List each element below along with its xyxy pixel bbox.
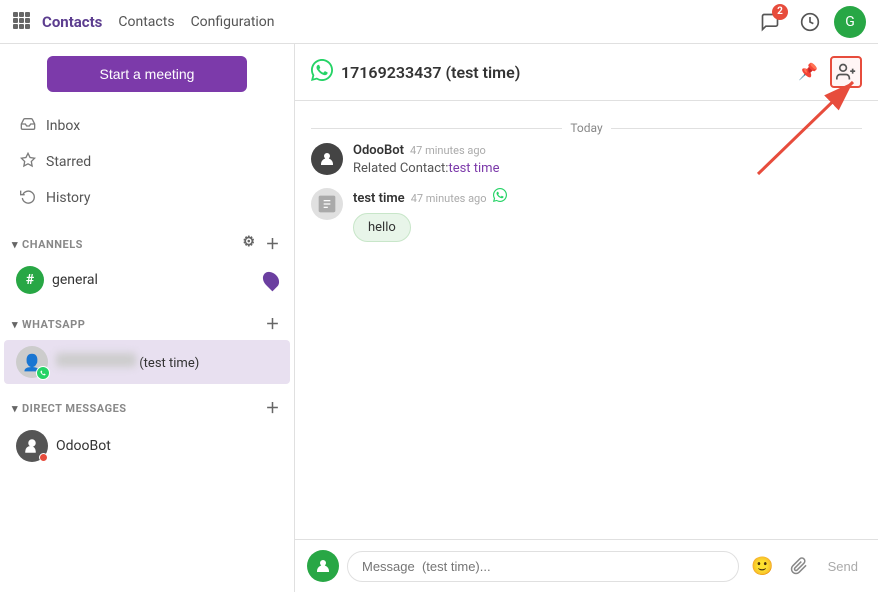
channels-toggle[interactable]: ▾ — [12, 238, 18, 251]
sidebar-navigation: Inbox Starred History — [0, 104, 294, 220]
message-row: test time 47 minutes ago hello — [311, 188, 862, 242]
channel-icon: # — [16, 266, 44, 294]
channels-settings-icon[interactable]: ⚙ — [240, 232, 257, 256]
message-row: OdooBot 47 minutes ago Related Contact:t… — [311, 143, 862, 176]
whatsapp-chat-icon — [311, 59, 333, 86]
chat-title: 17169233437 (test time) — [341, 63, 792, 82]
input-avatar — [307, 550, 339, 582]
start-meeting-button[interactable]: Start a meeting — [47, 56, 247, 92]
whatsapp-label: WHATSAPP — [22, 318, 263, 331]
dm-label: DIRECT MESSAGES — [22, 402, 263, 415]
sidebar: Start a meeting Inbox Starred — [0, 44, 295, 592]
user-initial: G — [845, 14, 855, 30]
chat-header: 17169233437 (test time) 📌 — [295, 44, 878, 101]
odoobot-time: 47 minutes ago — [410, 144, 486, 157]
attachment-button[interactable] — [786, 553, 812, 579]
whatsapp-section-header: ▾ WHATSAPP ＋ — [0, 304, 294, 340]
odoobot-sender: OdooBot — [353, 143, 404, 158]
notification-badge: 2 — [772, 4, 788, 20]
dm-toggle[interactable]: ▾ — [12, 402, 18, 415]
whatsapp-contact-blurred: (test time) — [56, 353, 278, 371]
odoobot-message-content: OdooBot 47 minutes ago Related Contact:t… — [353, 143, 862, 176]
clock-button[interactable] — [794, 6, 826, 38]
nav-configuration-link[interactable]: Configuration — [191, 14, 275, 30]
whatsapp-contact-item[interactable]: 👤 (test time) — [4, 340, 290, 384]
whatsapp-add-icon[interactable]: ＋ — [264, 312, 283, 336]
related-contact-link[interactable]: test time — [448, 161, 499, 176]
notifications-button[interactable]: 2 — [754, 6, 786, 38]
user-avatar-button[interactable]: G — [834, 6, 866, 38]
whatsapp-contact-label: (test time) — [139, 356, 199, 371]
channel-name: general — [52, 272, 256, 288]
dm-odoobot[interactable]: OdooBot — [4, 424, 290, 468]
contact-avatar-placeholder — [311, 188, 343, 220]
chat-header-actions: 📌 — [792, 56, 862, 88]
channels-label: CHANNELS — [22, 238, 240, 251]
date-label: Today — [570, 121, 602, 135]
history-label: History — [46, 190, 91, 206]
testtime-message-content: test time 47 minutes ago hello — [353, 188, 862, 242]
pin-button[interactable]: 📌 — [792, 56, 824, 88]
online-status-dot — [39, 453, 48, 462]
sidebar-item-starred[interactable]: Starred — [0, 144, 294, 180]
whatsapp-toggle[interactable]: ▾ — [12, 318, 18, 331]
date-divider: Today — [311, 121, 862, 135]
message-input[interactable] — [347, 551, 739, 582]
hello-bubble: hello — [353, 213, 411, 242]
odoobot-name: OdooBot — [56, 438, 111, 454]
dm-section-header: ▾ DIRECT MESSAGES ＋ — [0, 388, 294, 424]
history-icon — [20, 188, 36, 208]
top-navigation: Contacts Contacts Configuration 2 G — [0, 0, 878, 44]
chat-messages: Today OdooBot 47 minutes ago Relat — [295, 101, 878, 539]
related-contact-prefix: Related Contact: — [353, 161, 448, 176]
main-layout: Start a meeting Inbox Starred — [0, 44, 878, 592]
whatsapp-message-icon — [493, 188, 507, 205]
inbox-icon — [20, 116, 36, 136]
dm-add-icon[interactable]: ＋ — [264, 396, 283, 420]
inbox-label: Inbox — [46, 118, 80, 134]
testtime-sender: test time — [353, 191, 405, 206]
whatsapp-avatar-container: 👤 — [16, 346, 48, 378]
channel-general[interactable]: # general — [4, 260, 290, 300]
starred-label: Starred — [46, 154, 91, 170]
odoobot-avatar — [16, 430, 48, 462]
whatsapp-badge-icon — [36, 366, 50, 380]
brand-label: Contacts — [42, 13, 102, 31]
chat-input-area: 🙂 Send — [295, 539, 878, 592]
chat-area: 17169233437 (test time) 📌 Today — [295, 44, 878, 592]
channel-indicator — [260, 269, 283, 292]
testtime-time: 47 minutes ago — [411, 192, 487, 205]
starred-icon — [20, 152, 36, 172]
emoji-button[interactable]: 🙂 — [747, 552, 777, 581]
grid-menu-icon[interactable] — [12, 11, 30, 33]
channels-section-header: ▾ CHANNELS ⚙ ＋ — [0, 224, 294, 260]
channels-add-icon[interactable]: ＋ — [264, 232, 283, 256]
odoobot-body: Related Contact:test time — [353, 161, 862, 176]
sidebar-item-inbox[interactable]: Inbox — [0, 108, 294, 144]
add-user-button[interactable] — [830, 56, 862, 88]
send-button[interactable]: Send — [820, 555, 866, 578]
sidebar-item-history[interactable]: History — [0, 180, 294, 216]
odoobot-msg-avatar — [311, 143, 343, 175]
nav-contacts-link[interactable]: Contacts — [118, 14, 174, 30]
